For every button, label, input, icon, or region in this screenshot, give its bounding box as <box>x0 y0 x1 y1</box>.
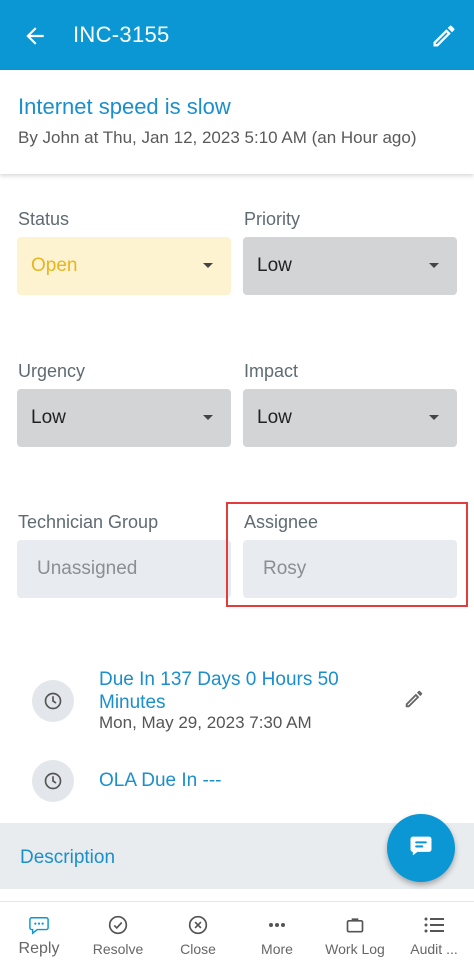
status-select[interactable]: Open <box>17 237 231 295</box>
priority-value: Low <box>257 255 292 276</box>
urgency-label: Urgency <box>18 361 86 381</box>
impact-value: Low <box>257 407 292 428</box>
nav-close-label: Close <box>180 941 216 957</box>
status-label: Status <box>18 209 70 229</box>
technician-group-label: Technician Group <box>18 512 159 532</box>
back-arrow-icon[interactable] <box>22 23 48 49</box>
nav-audit[interactable]: Audit ... <box>398 902 470 967</box>
urgency-value: Low <box>31 407 66 428</box>
list-icon <box>423 914 445 936</box>
priority-select[interactable]: Low <box>243 237 457 295</box>
chat-fab-button[interactable] <box>387 814 455 882</box>
description-label: Description <box>20 847 116 868</box>
caret-down-icon <box>429 415 439 420</box>
pencil-icon[interactable] <box>403 688 425 710</box>
chat-bubble-icon <box>407 832 435 865</box>
technician-group-value: Unassigned <box>37 558 138 579</box>
technician-group-field[interactable]: Unassigned <box>17 540 231 598</box>
nav-reply[interactable]: Reply <box>12 902 66 967</box>
due-in-text: Due In 137 Days 0 Hours 50 Minutes <box>99 669 339 713</box>
edit-pencil-icon[interactable] <box>430 22 458 50</box>
nav-resolve[interactable]: Resolve <box>88 902 148 967</box>
urgency-select[interactable]: Low <box>17 389 231 447</box>
impact-select[interactable]: Low <box>243 389 457 447</box>
reply-icon <box>28 914 50 936</box>
nav-resolve-label: Resolve <box>92 941 144 957</box>
app-bar: INC-3155 <box>0 0 474 70</box>
priority-label: Priority <box>244 209 301 229</box>
assignee-highlight-box <box>226 502 468 607</box>
caret-down-icon <box>429 263 439 268</box>
briefcase-icon <box>344 914 366 936</box>
more-dots-icon <box>266 914 288 936</box>
ticket-id-title: INC-3155 <box>73 22 170 47</box>
clock-icon <box>32 760 74 802</box>
ola-due-text: OLA Due In --- <box>99 770 222 791</box>
ticket-header-card: Internet speed is slow By John at Thu, J… <box>0 70 474 174</box>
caret-down-icon <box>203 263 213 268</box>
nav-more[interactable]: More <box>250 902 304 967</box>
nav-close[interactable]: Close <box>170 902 226 967</box>
clock-icon <box>32 680 74 722</box>
nav-audit-label: Audit ... <box>410 941 458 957</box>
close-x-icon <box>187 914 209 936</box>
status-value: Open <box>31 255 78 276</box>
ticket-byline: By John at Thu, Jan 12, 2023 5:10 AM (an… <box>18 128 417 147</box>
nav-work-log[interactable]: Work Log <box>320 902 390 967</box>
impact-label: Impact <box>244 361 299 381</box>
nav-more-label: More <box>261 941 293 957</box>
nav-work-log-label: Work Log <box>325 941 385 957</box>
nav-reply-label: Reply <box>18 940 60 957</box>
resolve-check-icon <box>107 914 129 936</box>
bottom-navigation: Reply Resolve Close More Work Log Audit … <box>0 901 474 967</box>
due-date-text: Mon, May 29, 2023 7:30 AM <box>99 713 312 732</box>
ticket-subject: Internet speed is slow <box>18 94 231 119</box>
caret-down-icon <box>203 415 213 420</box>
